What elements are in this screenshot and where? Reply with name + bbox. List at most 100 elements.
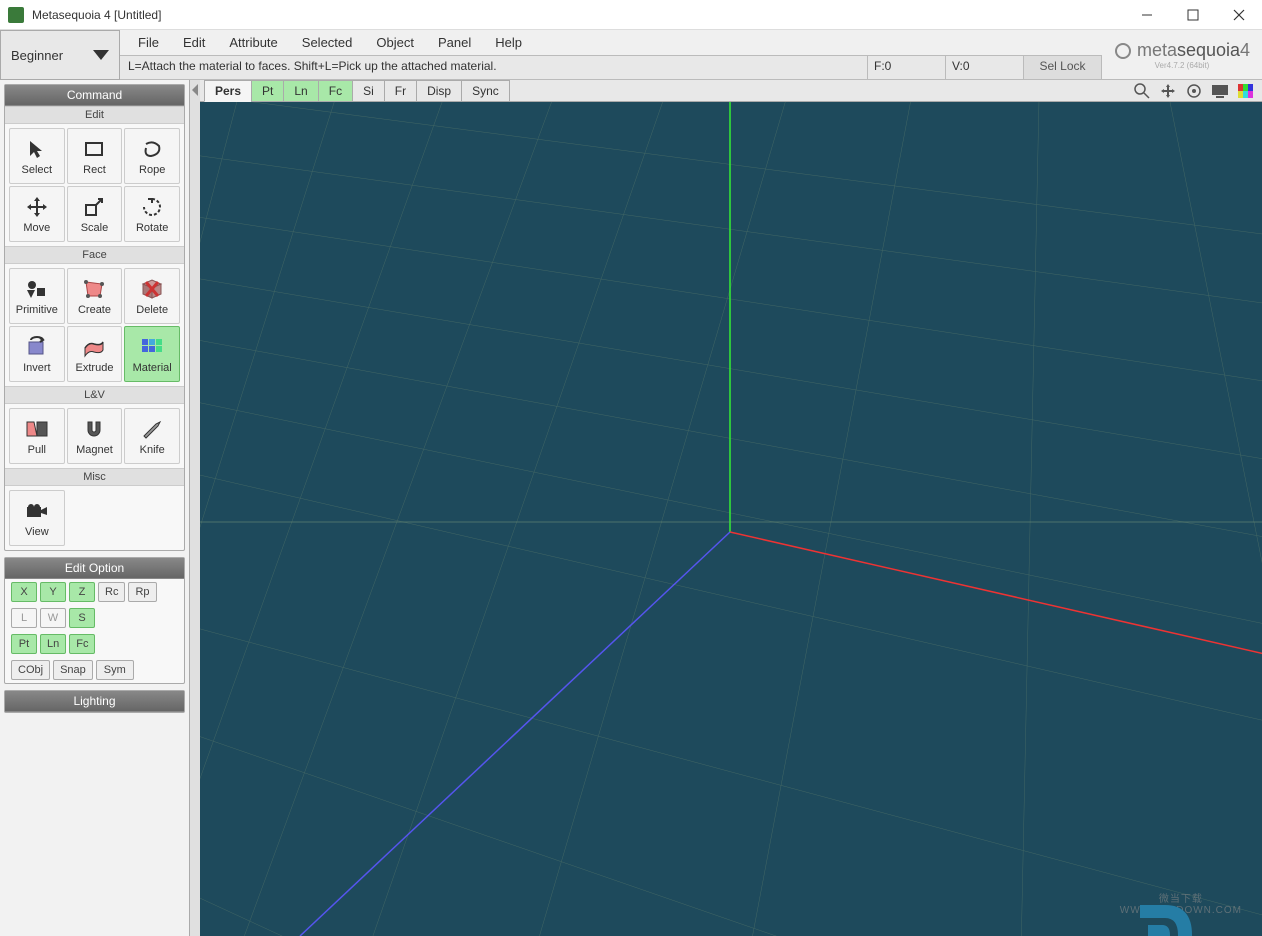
maximize-button[interactable] <box>1170 0 1216 30</box>
menu-help[interactable]: Help <box>485 31 532 54</box>
material-icon <box>138 334 166 360</box>
vtab-disp[interactable]: Disp <box>416 80 462 102</box>
section-lv-header: L&V <box>5 386 184 404</box>
opt-row-axes: X Y Z Rc Rp <box>5 579 184 605</box>
tool-create[interactable]: Create <box>67 268 123 324</box>
opt-pt[interactable]: Pt <box>11 634 37 654</box>
view-tabs: Pers Pt Ln Fc Si Fr Disp Sync <box>200 80 1262 102</box>
extrude-icon <box>80 334 108 360</box>
vtab-ln[interactable]: Ln <box>283 80 318 102</box>
command-panel: Command Edit Select Rect Rope Move Scale… <box>4 84 185 551</box>
sidebar-grip[interactable] <box>190 80 200 936</box>
section-edit-header: Edit <box>5 106 184 124</box>
infobar: L=Attach the material to faces. Shift+L=… <box>120 55 1102 79</box>
tool-rect[interactable]: Rect <box>67 128 123 184</box>
tool-primitive[interactable]: Primitive <box>9 268 65 324</box>
opt-fc[interactable]: Fc <box>69 634 95 654</box>
vtab-sync[interactable]: Sync <box>461 80 510 102</box>
lv-tools: Pull Magnet Knife <box>5 404 184 468</box>
mode-dropdown[interactable]: Beginner <box>0 30 120 80</box>
menu-file[interactable]: File <box>128 31 169 54</box>
opt-x[interactable]: X <box>11 582 37 602</box>
opt-cobj[interactable]: CObj <box>11 660 50 680</box>
logo-area: metasequoia4 Ver4.7.2 (64bit) <box>1102 30 1262 79</box>
zoom-icon[interactable] <box>1132 82 1152 100</box>
opt-rp[interactable]: Rp <box>128 582 156 602</box>
tool-magnet[interactable]: Magnet <box>67 408 123 464</box>
create-icon <box>80 276 108 302</box>
sel-lock-button[interactable]: Sel Lock <box>1024 56 1102 79</box>
tool-invert[interactable]: Invert <box>9 326 65 382</box>
vtab-pt[interactable]: Pt <box>251 80 284 102</box>
opt-y[interactable]: Y <box>40 582 66 602</box>
window-controls <box>1124 0 1262 30</box>
cursor-icon <box>23 136 51 162</box>
vtab-pers[interactable]: Pers <box>204 80 252 102</box>
magnet-icon <box>80 416 108 442</box>
pull-icon <box>23 416 51 442</box>
menu-object[interactable]: Object <box>366 31 424 54</box>
lighting-header[interactable]: Lighting <box>5 691 184 712</box>
section-misc-header: Misc <box>5 468 184 486</box>
command-panel-header: Command <box>5 85 184 106</box>
close-button[interactable] <box>1216 0 1262 30</box>
opt-sym[interactable]: Sym <box>96 660 134 680</box>
opt-row-ptlnfc: Pt Ln Fc <box>5 631 184 657</box>
main-area: Command Edit Select Rect Rope Move Scale… <box>0 80 1262 936</box>
watermark: 微当下载 WWW.WEIDOWN.COM <box>1120 890 1242 916</box>
opt-l[interactable]: L <box>11 608 37 628</box>
opt-ln[interactable]: Ln <box>40 634 66 654</box>
tool-pull[interactable]: Pull <box>9 408 65 464</box>
opt-z[interactable]: Z <box>69 582 95 602</box>
z-axis <box>300 532 730 936</box>
sidebar: Command Edit Select Rect Rope Move Scale… <box>0 80 190 936</box>
tool-rotate[interactable]: Rotate <box>124 186 180 242</box>
view-toolbar-icons <box>1132 82 1262 100</box>
viewport-area: Pers Pt Ln Fc Si Fr Disp Sync <box>200 80 1262 936</box>
vtab-si[interactable]: Si <box>352 80 385 102</box>
move-icon <box>23 194 51 220</box>
lighting-panel: Lighting <box>4 690 185 713</box>
menu-edit[interactable]: Edit <box>173 31 215 54</box>
viewport-3d[interactable]: 微当下载 WWW.WEIDOWN.COM <box>200 102 1262 936</box>
dropdown-triangle-icon <box>93 50 109 60</box>
tool-select[interactable]: Select <box>9 128 65 184</box>
vtab-fc[interactable]: Fc <box>318 80 353 102</box>
pan-icon[interactable] <box>1158 82 1178 100</box>
primitive-icon <box>23 276 51 302</box>
menu-selected[interactable]: Selected <box>292 31 363 54</box>
menu-panel[interactable]: Panel <box>428 31 481 54</box>
vtab-fr[interactable]: Fr <box>384 80 417 102</box>
tool-rope[interactable]: Rope <box>124 128 180 184</box>
rect-icon <box>80 136 108 162</box>
tool-scale[interactable]: Scale <box>67 186 123 242</box>
misc-tools: View <box>5 486 184 550</box>
tool-view[interactable]: View <box>9 490 65 546</box>
opt-rc[interactable]: Rc <box>98 582 125 602</box>
tool-delete[interactable]: Delete <box>124 268 180 324</box>
rotate-view-icon[interactable] <box>1184 82 1204 100</box>
menu-attribute[interactable]: Attribute <box>219 31 287 54</box>
top-row: Beginner File Edit Attribute Selected Ob… <box>0 30 1262 80</box>
opt-row-lws: L W S <box>5 605 184 631</box>
mode-label: Beginner <box>11 48 63 63</box>
opt-row-misc: CObj Snap Sym <box>5 657 184 683</box>
tool-move[interactable]: Move <box>9 186 65 242</box>
tool-material[interactable]: Material <box>124 326 180 382</box>
tool-extrude[interactable]: Extrude <box>67 326 123 382</box>
display-icon[interactable] <box>1210 82 1230 100</box>
rotate-icon <box>138 194 166 220</box>
opt-s[interactable]: S <box>69 608 95 628</box>
edit-tools: Select Rect Rope Move Scale Rotate <box>5 124 184 246</box>
edit-option-header: Edit Option <box>5 558 184 579</box>
opt-w[interactable]: W <box>40 608 66 628</box>
tool-knife[interactable]: Knife <box>124 408 180 464</box>
status-v: V:0 <box>946 56 1024 79</box>
knife-icon <box>138 416 166 442</box>
face-tools: Primitive Create Delete Invert Extrude M… <box>5 264 184 386</box>
color-icon[interactable] <box>1236 82 1256 100</box>
opt-snap[interactable]: Snap <box>53 660 93 680</box>
minimize-button[interactable] <box>1124 0 1170 30</box>
menu-area: File Edit Attribute Selected Object Pane… <box>120 30 1102 79</box>
window-title: Metasequoia 4 [Untitled] <box>32 8 161 22</box>
